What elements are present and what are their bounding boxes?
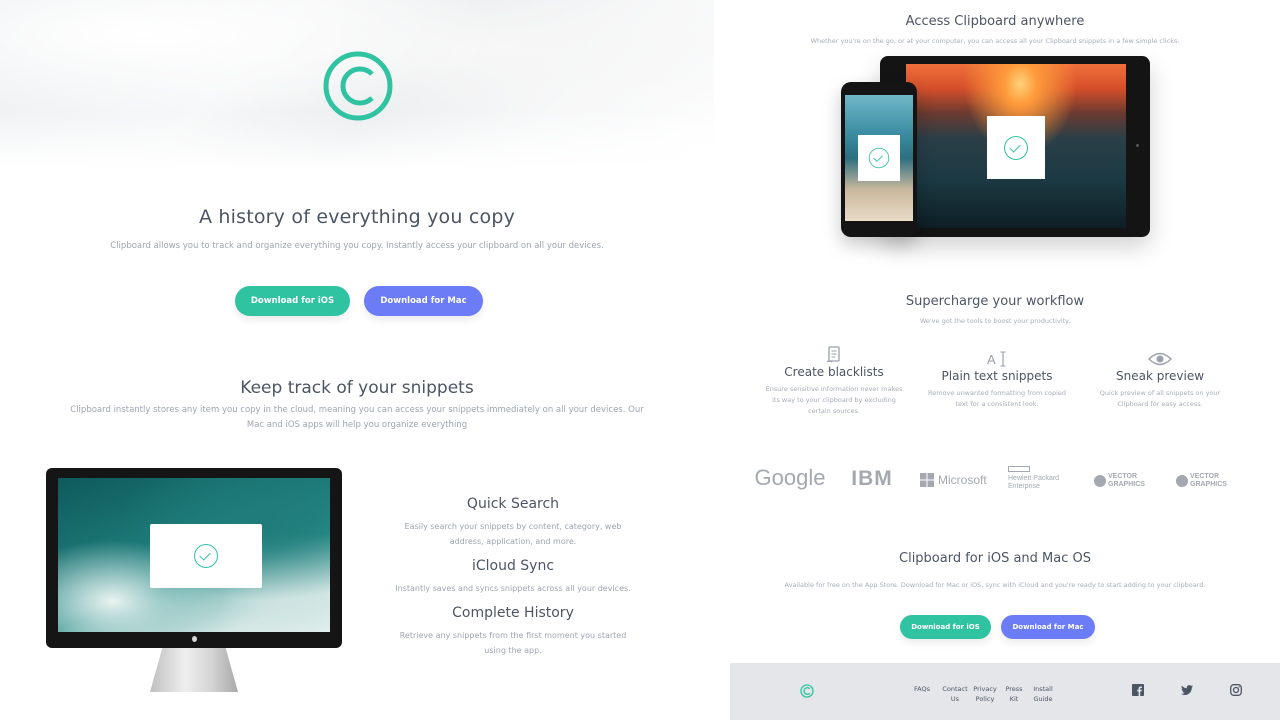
phone-mockup xyxy=(841,82,917,237)
hero-title: A history of everything you copy xyxy=(198,206,516,228)
cta-description: Available for free on the App Store. Dow… xyxy=(784,581,1206,589)
workflow-plain-text-desc-line2: text for a consistent look. xyxy=(955,400,1039,408)
footer-link-press-line2: Kit xyxy=(1009,695,1019,703)
workflow-blacklists-title: Create blacklists xyxy=(784,365,884,379)
eye-icon xyxy=(1148,352,1172,366)
feature-complete-history-title: Complete History xyxy=(452,605,574,621)
footer-link-press-line1: Press xyxy=(1005,685,1023,693)
workflow-sneak-preview-desc-line2: Clipboard for easy access. xyxy=(1117,400,1203,408)
access-title: Access Clipboard anywhere xyxy=(905,14,1085,29)
facebook-icon[interactable] xyxy=(1132,684,1144,696)
download-ios-button[interactable]: Download for iOS xyxy=(235,286,350,316)
feature-quick-search-desc-line1: Easily search your snippets by content, … xyxy=(404,522,622,531)
monitor-screen xyxy=(58,478,330,632)
vector-graphics-logo-1: VECTOR GRAPHICS xyxy=(1094,473,1154,489)
check-icon xyxy=(1004,135,1028,160)
tablet-camera xyxy=(1136,144,1139,147)
download-mac-button[interactable]: Download for Mac xyxy=(364,286,483,316)
microsoft-squares-icon xyxy=(920,473,934,487)
monitor-mockup xyxy=(46,468,342,648)
feature-complete-history-desc-line1: Retrieve any snippets from the first mom… xyxy=(399,631,627,640)
footer-link-contact-line1: Contact xyxy=(942,685,968,693)
left-panel: A history of everything you copy Clipboa… xyxy=(0,0,714,720)
footer-logo-icon[interactable] xyxy=(800,684,814,698)
cta-title: Clipboard for iOS and Mac OS xyxy=(899,551,1091,566)
feature-complete-history-desc-line2: using the app. xyxy=(484,646,542,655)
feature-icloud-sync-desc: Instantly saves and syncs snippets acros… xyxy=(395,584,631,593)
vector-graphics-2-line1: VECTOR xyxy=(1190,473,1220,480)
phone-screen xyxy=(845,95,913,221)
google-logo: Google xyxy=(754,465,826,490)
tablet-screen xyxy=(906,64,1126,228)
apple-logo-icon xyxy=(192,636,197,642)
cta-download-mac-button[interactable]: Download for Mac xyxy=(1001,615,1095,639)
footer-link-privacy-line2: Policy xyxy=(975,695,995,703)
footer-link-privacy[interactable]: Privacy Policy xyxy=(968,684,1002,704)
microsoft-wordmark: Microsoft xyxy=(938,473,987,487)
monitor-stand xyxy=(150,648,238,692)
vector-circle-icon xyxy=(1176,475,1188,487)
svg-text:A: A xyxy=(987,352,996,367)
hp-logo: Hewlett Packard Enterprise xyxy=(1008,466,1072,494)
footer-link-install[interactable]: Install Guide xyxy=(1028,684,1058,704)
workflow-plain-text-title: Plain text snippets xyxy=(941,369,1053,383)
feature-quick-search-desc-line2: address, application, and more. xyxy=(449,537,577,546)
check-icon xyxy=(194,544,218,568)
phone-check-card xyxy=(858,135,900,181)
vector-graphics-1-line1: VECTOR xyxy=(1108,473,1138,480)
vector-graphics-2-line2: GRAPHICS xyxy=(1190,481,1227,488)
footer-link-install-line1: Install xyxy=(1033,685,1053,693)
feature-icloud-sync-title: iCloud Sync xyxy=(471,558,555,574)
hp-rectangle-icon xyxy=(1008,466,1030,472)
ibm-logo: IBM xyxy=(851,467,893,490)
workflow-plain-text-desc-line1: Remove unwanted formatting from copied xyxy=(928,389,1066,397)
access-description: Whether you're on the go, or at your com… xyxy=(810,37,1180,45)
workflow-sneak-preview-desc-line1: Quick preview of all snippets on your xyxy=(1099,389,1221,397)
cta-download-ios-button[interactable]: Download for iOS xyxy=(900,615,991,639)
workflow-subtitle: We've got the tools to boost your produc… xyxy=(919,317,1071,325)
footer-link-contact[interactable]: Contact Us xyxy=(939,684,971,704)
vector-circle-icon xyxy=(1094,475,1106,487)
instagram-icon[interactable] xyxy=(1230,684,1242,696)
workflow-blacklists-desc-line1: Ensure sensitive information never makes xyxy=(765,385,903,393)
workflow-title: Supercharge your workflow xyxy=(905,294,1085,309)
footer-link-privacy-line1: Privacy xyxy=(973,685,997,693)
snippets-title: Keep track of your snippets xyxy=(240,378,474,398)
hp-wordmark-line2: Enterprise xyxy=(1008,483,1040,490)
snippets-description-line1: Clipboard instantly stores any item you … xyxy=(70,405,644,415)
vector-graphics-1-line2: GRAPHICS xyxy=(1108,481,1145,488)
footer-link-press[interactable]: Press Kit xyxy=(1000,684,1028,704)
footer-link-faqs[interactable]: FAQs xyxy=(908,684,936,694)
workflow-sneak-preview-title: Sneak preview xyxy=(1115,369,1205,383)
vector-graphics-logo-2: VECTOR GRAPHICS xyxy=(1176,473,1236,489)
clipboard-logo-icon xyxy=(323,51,393,121)
hero-subtitle: Clipboard allows you to track and organi… xyxy=(110,241,604,251)
feature-quick-search-title: Quick Search xyxy=(466,496,560,512)
snippets-description-line2: Mac and iOS apps will help you organize … xyxy=(246,420,468,430)
footer-link-contact-line2: Us xyxy=(950,695,960,703)
workflow-blacklists-desc-line2: its way to your clipboard by excluding xyxy=(772,396,896,404)
footer-link-install-line2: Guide xyxy=(1033,695,1053,703)
tablet-check-card xyxy=(987,116,1045,179)
footer: FAQs Contact Us Privacy Policy Press Kit… xyxy=(730,663,1280,720)
workflow-blacklists-desc-line3: certain sources. xyxy=(808,407,860,415)
microsoft-logo: Microsoft xyxy=(920,473,996,489)
blacklist-icon xyxy=(826,346,840,363)
monitor-check-card xyxy=(150,524,262,588)
text-icon: A xyxy=(987,351,1006,367)
twitter-icon[interactable] xyxy=(1181,684,1193,696)
check-icon xyxy=(868,147,890,169)
hp-wordmark-line1: Hewlett Packard xyxy=(1008,475,1059,482)
tablet-mockup xyxy=(880,56,1150,237)
